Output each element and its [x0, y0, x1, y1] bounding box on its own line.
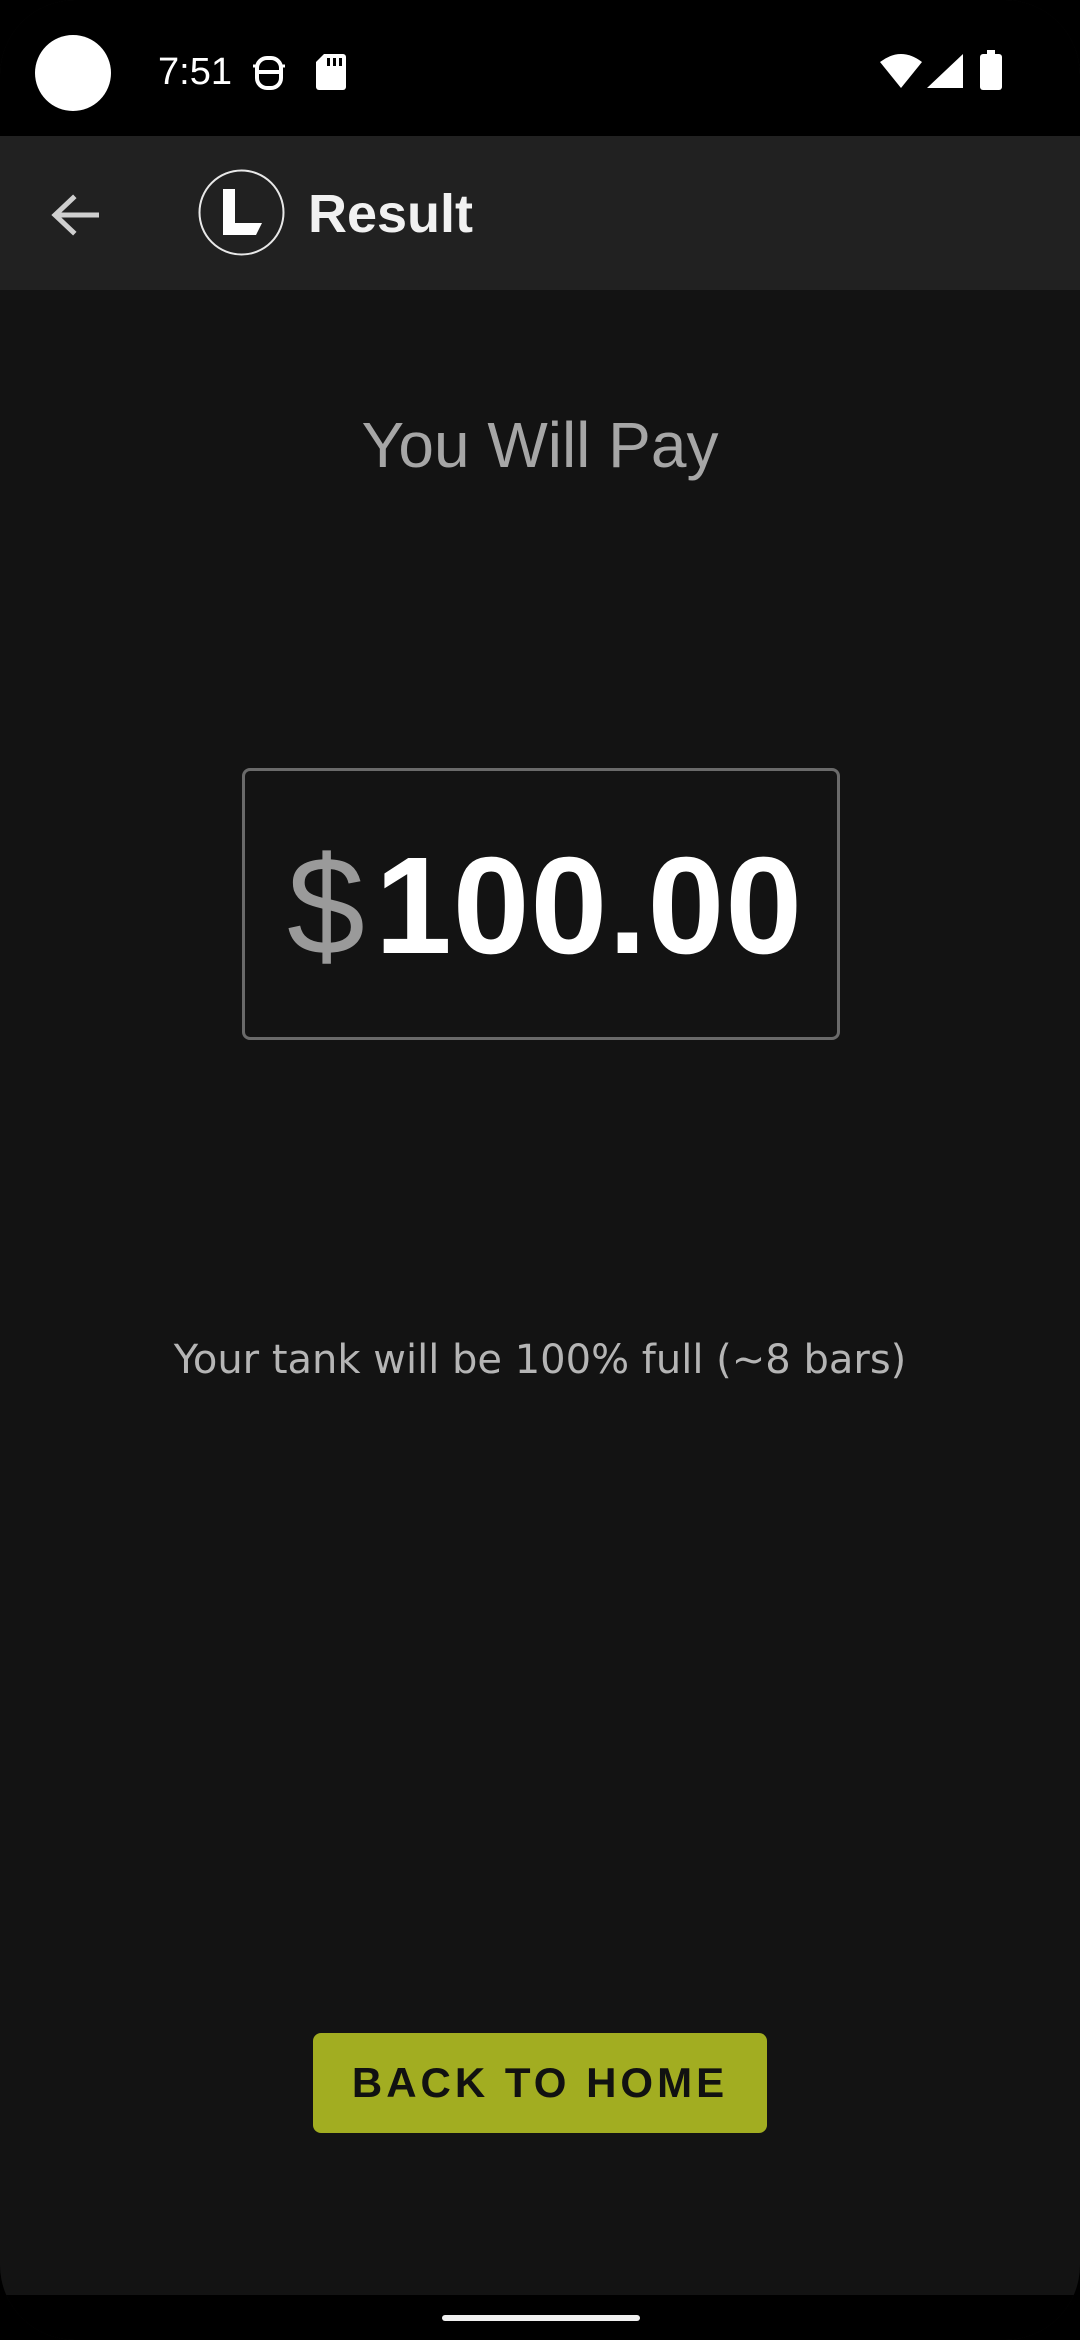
result-heading: You Will Pay — [361, 409, 719, 481]
status-time: 7:51 — [158, 51, 232, 93]
page-title: Result — [308, 184, 474, 244]
back-to-home-button[interactable]: BACK TO HOME — [313, 2033, 767, 2133]
device-screen: 7:51 Result You Will Pay $ 100.00 Your t… — [0, 0, 1080, 2340]
back-button[interactable] — [30, 170, 120, 260]
tank-info-text: Your tank will be 100% full (~8 bars) — [173, 1337, 907, 1383]
camera-cutout — [35, 35, 111, 111]
app-logo-icon — [198, 169, 285, 256]
status-bar: 7:51 — [0, 0, 1080, 136]
navigation-bar — [0, 2295, 1080, 2340]
app-bar: Result — [0, 136, 1080, 290]
home-indicator[interactable] — [442, 2315, 640, 2321]
battery-icon — [980, 50, 1002, 90]
arrow-left-icon — [51, 194, 99, 236]
debug-icon — [253, 56, 285, 90]
amount-box: $ 100.00 — [242, 768, 840, 1040]
currency-symbol: $ — [287, 827, 365, 984]
amount-value: 100.00 — [375, 829, 804, 983]
sd-card-icon — [316, 54, 346, 90]
cell-signal-icon — [927, 54, 963, 88]
wifi-icon — [880, 54, 922, 88]
